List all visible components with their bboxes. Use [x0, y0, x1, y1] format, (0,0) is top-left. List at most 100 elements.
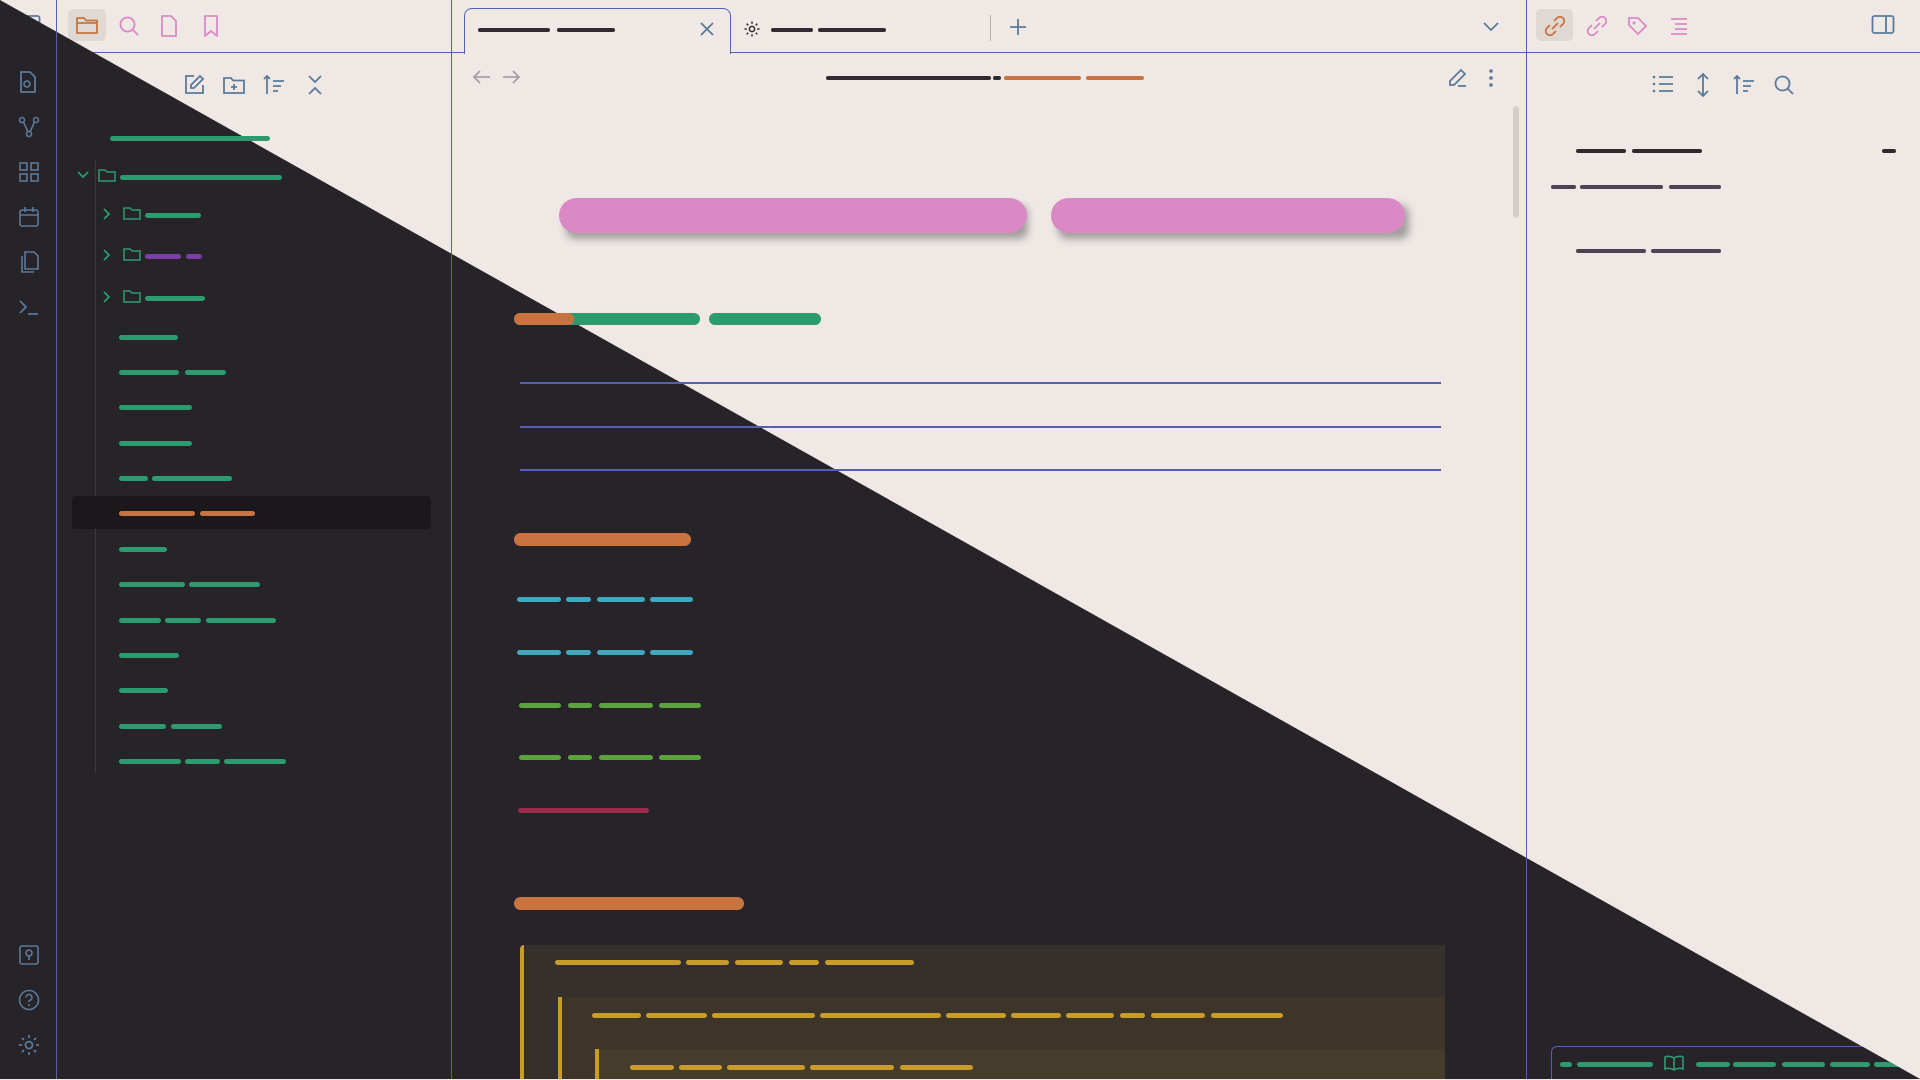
status-text: [1830, 1062, 1870, 1067]
code-token: [650, 597, 693, 602]
file-icon[interactable]: [158, 14, 180, 38]
folder-icon: [123, 246, 141, 262]
new-tab-icon[interactable]: [1008, 17, 1028, 37]
file-item[interactable]: [119, 370, 179, 375]
file-item[interactable]: [171, 724, 222, 729]
outline-icon[interactable]: [1668, 14, 1690, 38]
section-heading: [514, 897, 744, 910]
file-item[interactable]: [224, 759, 286, 764]
unlinked-mentions-header[interactable]: [1576, 249, 1646, 253]
vault-icon[interactable]: [17, 943, 41, 967]
callout-text: [555, 960, 681, 965]
tags-icon[interactable]: [1626, 14, 1652, 38]
file-item[interactable]: [206, 618, 276, 623]
tree-indent-guide: [95, 160, 96, 773]
folder-label[interactable]: [145, 296, 205, 301]
file-item[interactable]: [119, 653, 179, 658]
folder-label[interactable]: [145, 254, 181, 259]
file-item[interactable]: [165, 618, 201, 623]
active-file-item[interactable]: [119, 511, 195, 516]
close-icon[interactable]: [699, 21, 715, 37]
title-banner: [1051, 198, 1405, 233]
tab-separator: [990, 15, 991, 41]
chevron-right-icon[interactable]: [100, 247, 114, 263]
folder-open-icon: [98, 167, 116, 183]
right-sidebar-toggle-icon[interactable]: [1871, 14, 1895, 36]
callout-text: [679, 1065, 722, 1070]
search-icon[interactable]: [117, 14, 141, 38]
callout-text: [820, 1013, 941, 1018]
expand-icon[interactable]: [1693, 72, 1713, 98]
callout-text: [630, 1065, 674, 1070]
callout-text: [946, 1013, 1006, 1018]
code-token: [568, 703, 592, 708]
linked-mentions-header[interactable]: [1576, 149, 1626, 153]
status-text: [1577, 1062, 1653, 1067]
file-item[interactable]: [119, 441, 192, 446]
code-token: [650, 650, 693, 655]
file-item[interactable]: [119, 335, 178, 340]
file-item[interactable]: [119, 759, 181, 764]
file-item[interactable]: [152, 476, 232, 481]
canvas-icon[interactable]: [17, 160, 41, 184]
search-icon[interactable]: [1772, 73, 1796, 97]
file-item[interactable]: [119, 582, 185, 587]
edit-icon[interactable]: [1446, 67, 1468, 89]
file-item[interactable]: [185, 370, 226, 375]
new-folder-icon[interactable]: [222, 73, 246, 97]
file-item[interactable]: [119, 476, 148, 481]
help-icon[interactable]: [17, 988, 41, 1012]
collapse-all-icon[interactable]: [303, 73, 327, 97]
breadcrumb[interactable]: [826, 76, 991, 80]
status-text: [1733, 1062, 1776, 1067]
callout-text: [735, 960, 783, 965]
sort-icon[interactable]: [1732, 73, 1756, 97]
templates-icon[interactable]: [17, 250, 41, 274]
file-item[interactable]: [119, 405, 192, 410]
graph-view-icon[interactable]: [17, 115, 41, 139]
folder-label[interactable]: [186, 254, 202, 259]
settings-tab-title[interactable]: [818, 28, 886, 32]
list-icon[interactable]: [1651, 73, 1675, 95]
outgoing-links-icon[interactable]: [1585, 14, 1609, 38]
chevron-down-icon[interactable]: [75, 168, 91, 182]
linked-mentions-header[interactable]: [1632, 149, 1702, 153]
active-file-item[interactable]: [200, 511, 255, 516]
heading-text: [709, 313, 821, 325]
empty-state-text: [1669, 185, 1721, 189]
new-note-icon[interactable]: [182, 73, 206, 97]
forward-icon[interactable]: [501, 68, 521, 86]
more-options-icon[interactable]: [1485, 67, 1497, 89]
file-item[interactable]: [189, 582, 260, 587]
code-token: [517, 597, 561, 602]
files-icon[interactable]: [75, 14, 99, 36]
quick-switcher-icon[interactable]: [17, 70, 39, 94]
settings-icon[interactable]: [17, 1033, 41, 1057]
code-token: [597, 597, 645, 602]
backlinks-icon[interactable]: [1543, 14, 1567, 38]
back-icon[interactable]: [472, 68, 492, 86]
code-token: [566, 650, 591, 655]
tab-title: [557, 28, 615, 32]
settings-tab-title[interactable]: [771, 28, 813, 32]
scrollbar-thumb[interactable]: [1513, 106, 1519, 218]
unlinked-mentions-header[interactable]: [1651, 249, 1721, 253]
folder-label[interactable]: [120, 175, 282, 180]
folder-label[interactable]: [145, 213, 201, 218]
file-item[interactable]: [185, 759, 220, 764]
callout-text: [1011, 1013, 1061, 1018]
tab-list-icon[interactable]: [1482, 19, 1500, 35]
breadcrumb-current[interactable]: [1004, 76, 1081, 80]
file-item[interactable]: [119, 688, 168, 693]
file-item[interactable]: [119, 724, 166, 729]
breadcrumb-current[interactable]: [1086, 76, 1144, 80]
chevron-right-icon[interactable]: [100, 289, 114, 305]
bookmark-icon[interactable]: [200, 14, 222, 38]
file-item[interactable]: [119, 618, 161, 623]
command-palette-icon[interactable]: [17, 296, 41, 318]
daily-note-icon[interactable]: [17, 205, 41, 229]
chevron-right-icon[interactable]: [100, 206, 114, 222]
reading-mode-icon[interactable]: [1663, 1054, 1685, 1072]
file-item[interactable]: [119, 547, 167, 552]
sort-icon[interactable]: [262, 73, 286, 97]
